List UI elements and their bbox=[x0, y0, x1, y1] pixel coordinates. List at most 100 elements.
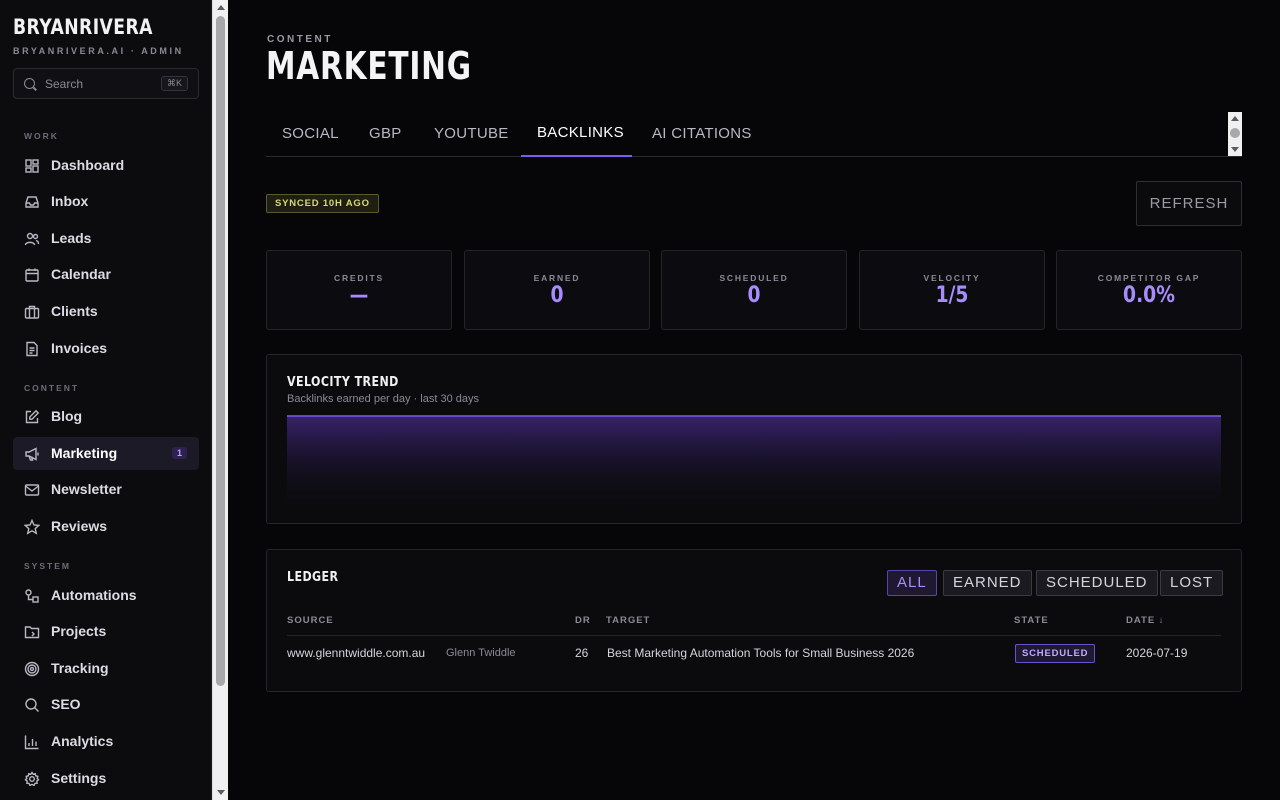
scroll-up-arrow-icon[interactable] bbox=[1231, 116, 1239, 121]
sidebar-item-label: Leads bbox=[51, 230, 92, 246]
section-label-system: SYSTEM bbox=[24, 561, 71, 571]
table-row[interactable]: www.glenntwiddle.com.au Glenn Twiddle 26… bbox=[287, 636, 1221, 672]
sidebar-scrollbar[interactable] bbox=[212, 0, 228, 800]
sidebar-item-leads[interactable]: Leads bbox=[13, 222, 199, 255]
search-icon bbox=[24, 78, 35, 89]
megaphone-icon bbox=[24, 446, 40, 462]
refresh-button[interactable]: REFRESH bbox=[1136, 181, 1242, 226]
stat-card-velocity: VELOCITY 1/5 bbox=[859, 250, 1045, 330]
gear-icon bbox=[24, 771, 40, 787]
state-badge: SCHEDULED bbox=[1015, 644, 1096, 663]
column-header-date[interactable]: DATE ↓ bbox=[1126, 615, 1165, 626]
filter-scheduled-button[interactable]: SCHEDULED bbox=[1036, 570, 1158, 596]
target-title[interactable]: Best Marketing Automation Tools for Smal… bbox=[607, 646, 914, 660]
scroll-down-arrow-icon[interactable] bbox=[217, 790, 225, 795]
chart-icon bbox=[24, 734, 40, 750]
tab-scrollbar[interactable] bbox=[1228, 112, 1242, 156]
sidebar-item-reviews[interactable]: Reviews bbox=[13, 510, 199, 543]
search-input[interactable]: Search ⌘K bbox=[13, 68, 199, 99]
sidebar-item-label: Marketing bbox=[51, 445, 118, 461]
stat-card-earned: EARNED 0 bbox=[464, 250, 650, 330]
stat-label: CREDITS bbox=[334, 273, 384, 283]
tab-social[interactable]: SOCIAL bbox=[282, 125, 339, 142]
stat-card-scheduled: SCHEDULED 0 bbox=[661, 250, 847, 330]
card-title: VELOCITY TREND bbox=[287, 375, 399, 390]
dr-value: 26 bbox=[575, 646, 589, 660]
section-label-work: WORK bbox=[24, 131, 59, 141]
sidebar-item-label: Analytics bbox=[51, 733, 114, 749]
sidebar-item-dashboard[interactable]: Dashboard bbox=[13, 149, 199, 182]
sync-status-badge: SYNCED 10H AGO bbox=[266, 194, 379, 213]
column-header-target[interactable]: TARGET bbox=[606, 615, 650, 626]
target-icon bbox=[24, 661, 40, 677]
sidebar-item-label: Tracking bbox=[51, 660, 109, 676]
sidebar-item-seo[interactable]: SEO bbox=[13, 688, 199, 721]
table-header: SOURCE DR TARGET STATE DATE ↓ bbox=[287, 612, 1221, 636]
sidebar-item-invoices[interactable]: Invoices bbox=[13, 332, 199, 365]
stat-value: 0 bbox=[550, 283, 564, 308]
card-subtitle: Backlinks earned per day · last 30 days bbox=[287, 393, 479, 405]
tab-backlinks[interactable]: BACKLINKS bbox=[537, 124, 624, 141]
sidebar-item-inbox[interactable]: Inbox bbox=[13, 185, 199, 218]
sidebar-item-label: SEO bbox=[51, 696, 81, 712]
calendar-icon bbox=[24, 267, 40, 283]
search-placeholder: Search bbox=[45, 77, 84, 91]
stat-card-competitor-gap: COMPETITOR GAP 0.0% bbox=[1056, 250, 1242, 330]
star-icon bbox=[24, 519, 40, 535]
sidebar-item-clients[interactable]: Clients bbox=[13, 295, 199, 328]
stat-value: — bbox=[349, 283, 369, 308]
workflow-icon bbox=[24, 588, 40, 604]
sidebar-item-analytics[interactable]: Analytics bbox=[13, 725, 199, 758]
sidebar-item-label: Calendar bbox=[51, 266, 111, 282]
column-header-state[interactable]: STATE bbox=[1014, 615, 1049, 626]
sidebar-item-projects[interactable]: Projects bbox=[13, 615, 199, 648]
sidebar-item-label: Dashboard bbox=[51, 157, 125, 173]
column-header-source[interactable]: SOURCE bbox=[287, 615, 334, 626]
brand-logo[interactable]: BRYANRIVERA bbox=[13, 15, 153, 39]
tab-ai-citations[interactable]: AI CITATIONS bbox=[652, 125, 752, 142]
sidebar-item-marketing[interactable]: Marketing 1 bbox=[13, 437, 199, 470]
stat-label: EARNED bbox=[533, 273, 581, 283]
velocity-trend-card: VELOCITY TREND Backlinks earned per day … bbox=[266, 354, 1242, 524]
stat-value: 0 bbox=[747, 283, 761, 308]
search-shortcut: ⌘K bbox=[160, 76, 188, 91]
section-label-content: CONTENT bbox=[24, 383, 80, 393]
sidebar-item-label: Settings bbox=[51, 770, 107, 786]
scroll-down-arrow-icon[interactable] bbox=[1231, 147, 1239, 152]
page-title: MARKETING bbox=[266, 44, 472, 88]
stat-card-credits: CREDITS — bbox=[266, 250, 452, 330]
velocity-area-fill bbox=[287, 416, 1221, 514]
search-icon bbox=[24, 697, 40, 713]
source-name: Glenn Twiddle bbox=[446, 647, 516, 659]
velocity-area-chart bbox=[287, 415, 1221, 514]
briefcase-icon bbox=[24, 304, 40, 320]
tab-youtube[interactable]: YOUTUBE bbox=[434, 125, 509, 142]
sidebar-item-automations[interactable]: Automations bbox=[13, 579, 199, 612]
sidebar-item-tracking[interactable]: Tracking bbox=[13, 652, 199, 685]
sidebar-item-label: Invoices bbox=[51, 340, 108, 356]
sidebar-item-blog[interactable]: Blog bbox=[13, 400, 199, 433]
folder-icon bbox=[24, 624, 40, 640]
sidebar-item-settings[interactable]: Settings bbox=[13, 762, 199, 795]
sidebar-item-label: Newsletter bbox=[51, 481, 122, 497]
mail-icon bbox=[24, 482, 40, 498]
scrollbar-thumb[interactable] bbox=[216, 16, 225, 686]
scrollbar-thumb[interactable] bbox=[1230, 128, 1240, 138]
filter-all-button[interactable]: ALL bbox=[887, 570, 937, 596]
users-icon bbox=[24, 231, 40, 247]
notification-badge: 1 bbox=[171, 447, 187, 459]
inbox-icon bbox=[24, 194, 40, 210]
sidebar-item-calendar[interactable]: Calendar bbox=[13, 258, 199, 291]
tab-bar: SOCIAL GBP YOUTUBE BACKLINKS AI CITATION… bbox=[266, 112, 1242, 157]
column-header-dr[interactable]: DR bbox=[575, 615, 591, 626]
sidebar-item-label: Projects bbox=[51, 623, 107, 639]
source-domain[interactable]: www.glenntwiddle.com.au bbox=[287, 646, 425, 660]
scroll-up-arrow-icon[interactable] bbox=[217, 5, 225, 10]
date-value: 2026-07-19 bbox=[1126, 646, 1188, 660]
stat-label: VELOCITY bbox=[923, 273, 981, 283]
sidebar-item-newsletter[interactable]: Newsletter bbox=[13, 473, 199, 506]
filter-earned-button[interactable]: EARNED bbox=[943, 570, 1032, 596]
brand-subtitle: BRYANRIVERA.AI · ADMIN bbox=[13, 46, 184, 56]
tab-gbp[interactable]: GBP bbox=[369, 125, 402, 142]
filter-lost-button[interactable]: LOST bbox=[1160, 570, 1224, 596]
